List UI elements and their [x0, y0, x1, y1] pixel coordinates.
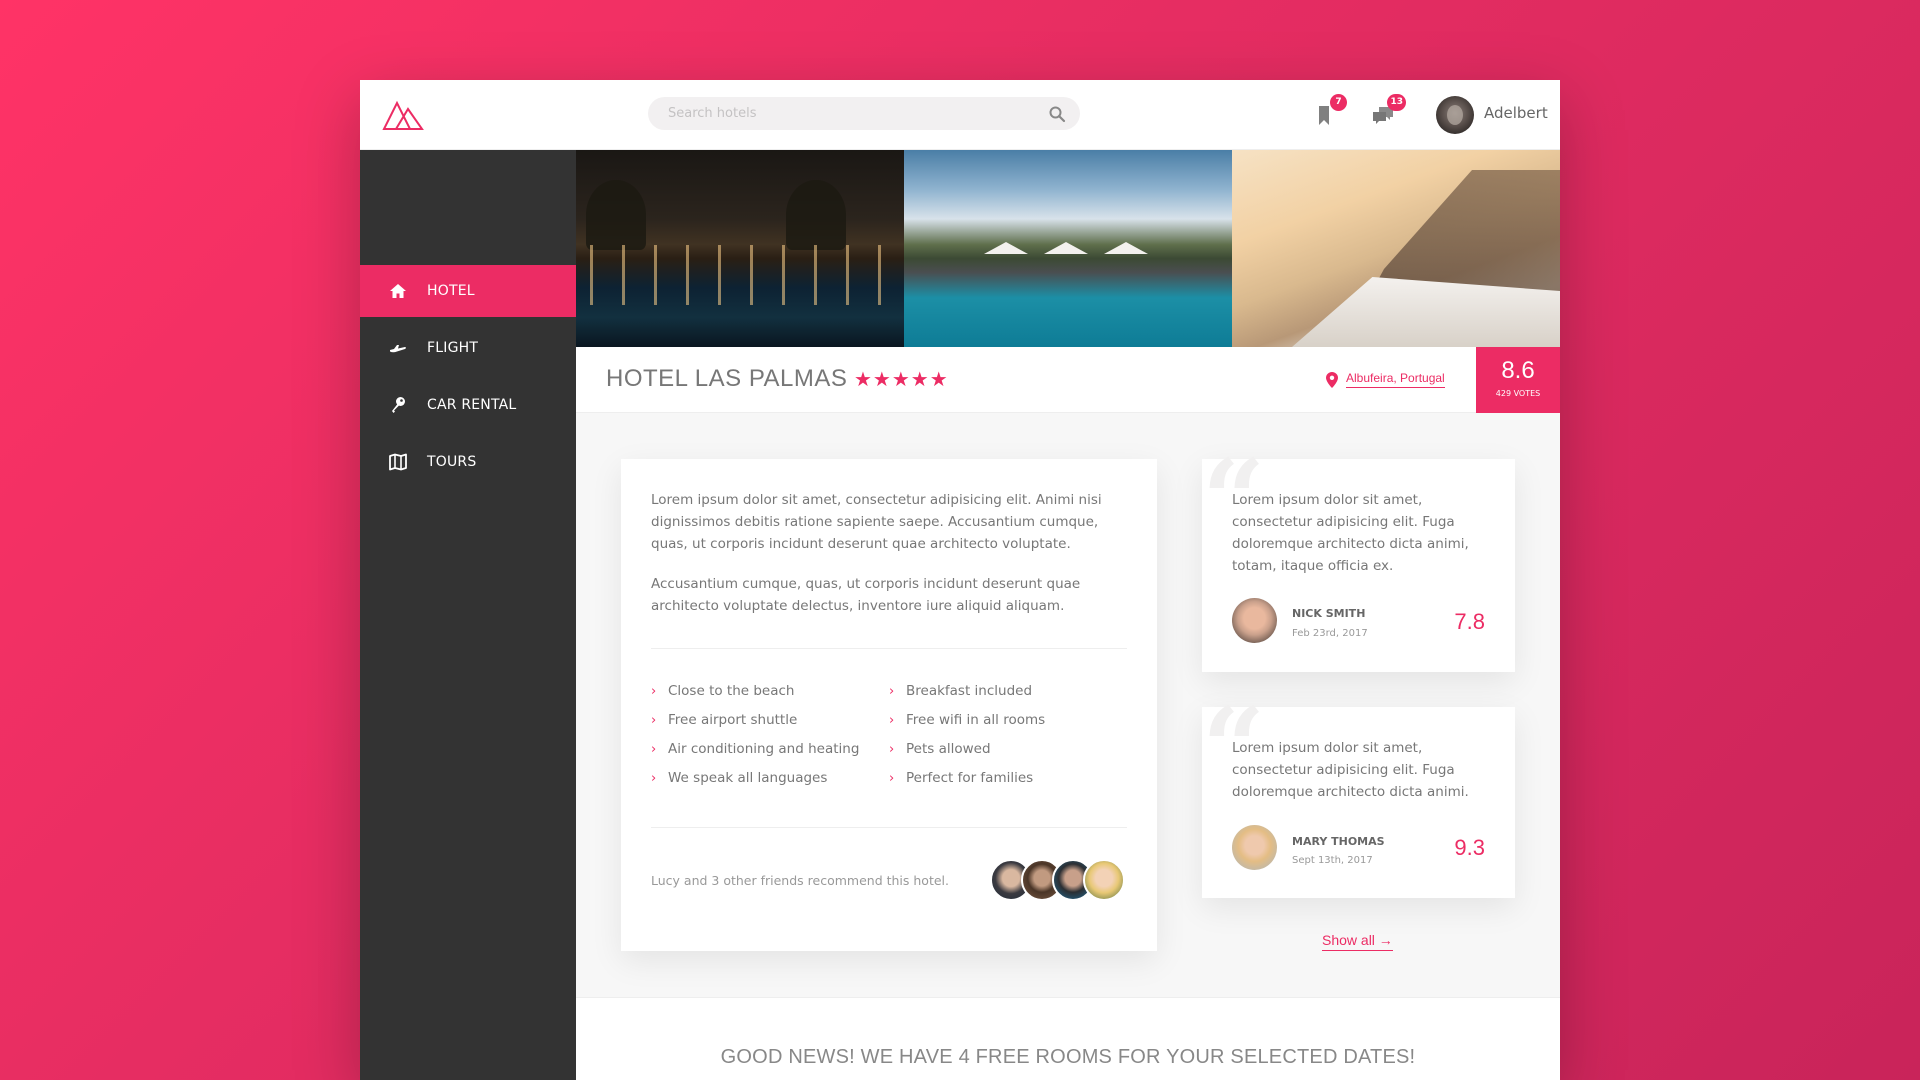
hotel-score-box: 8.6 429 VOTES: [1476, 347, 1560, 413]
hotel-title-bar: HOTEL LAS PALMAS ★★★★★ Albufeira, Portug…: [576, 347, 1560, 413]
chevron-right-icon: ›: [889, 741, 895, 757]
star-rating: ★★★★★: [854, 367, 949, 391]
photo-gallery: [576, 150, 1560, 347]
messages-button[interactable]: 13: [1370, 94, 1406, 128]
home-icon: [390, 284, 406, 298]
search-input[interactable]: [648, 97, 1080, 130]
feature-item: › Close to the beach: [651, 683, 795, 699]
hotel-votes: 429 VOTES: [1495, 389, 1541, 398]
reviewer-name: NICK SMITH: [1292, 607, 1366, 620]
description-paragraph: Accusantium cumque, quas, ut corporis in…: [651, 576, 1081, 614]
chevron-right-icon: ›: [889, 712, 895, 728]
sidebar-item-label: HOTEL: [427, 283, 475, 299]
review-score: 9.3: [1454, 835, 1485, 860]
map-pin-icon: [1326, 371, 1338, 388]
sidebar-item-hotel[interactable]: HOTEL: [360, 265, 576, 317]
chevron-right-icon: ›: [651, 683, 657, 699]
friends-recommend-text: Lucy and 3 other friends recommend this …: [651, 873, 949, 888]
availability-message: GOOD NEWS! WE HAVE 4 FREE ROOMS FOR YOUR…: [720, 1046, 1416, 1068]
user-avatar[interactable]: [1436, 96, 1474, 134]
sidebar-item-label: FLIGHT: [427, 340, 479, 356]
sidebar-item-label: CAR RENTAL: [427, 397, 517, 413]
bookmarks-badge: 7: [1330, 94, 1347, 111]
chevron-right-icon: ›: [889, 770, 895, 786]
header: 7 13 Adelbert: [360, 80, 1560, 150]
umbrella-shape: [984, 242, 1028, 254]
reviewer-avatar: [1232, 598, 1277, 643]
umbrella-shape: [1044, 242, 1088, 254]
review-card: “ Lorem ipsum dolor sit amet, consectetu…: [1202, 693, 1515, 898]
logo-icon[interactable]: [380, 95, 428, 135]
chevron-right-icon: ›: [651, 770, 657, 786]
review-card: “ Lorem ipsum dolor sit amet, consectetu…: [1202, 445, 1515, 672]
friend-avatar[interactable]: [1083, 859, 1125, 901]
search-icon[interactable]: [1048, 105, 1066, 123]
umbrella-shape: [1104, 242, 1148, 254]
plane-icon: [390, 345, 406, 353]
sidebar-item-car-rental[interactable]: CAR RENTAL: [360, 379, 576, 431]
messages-badge: 13: [1387, 94, 1406, 111]
feature-item: › We speak all languages: [651, 770, 828, 786]
chevron-right-icon: ›: [651, 712, 657, 728]
palm-shape: [786, 180, 846, 250]
feature-item: › Perfect for families: [889, 770, 1034, 786]
username[interactable]: Adelbert: [1484, 104, 1548, 122]
description-card: Lorem ipsum dolor sit amet, consectetur …: [621, 459, 1157, 951]
palm-shape: [586, 180, 646, 250]
review-text: Lorem ipsum dolor sit amet, consectetur …: [1232, 492, 1469, 574]
divider: [651, 827, 1127, 828]
feature-item: › Air conditioning and heating: [651, 741, 860, 757]
hotel-photo-pool-night[interactable]: [576, 150, 904, 347]
review-score: 7.8: [1454, 609, 1485, 634]
bookmarks-button[interactable]: 7: [1311, 94, 1347, 128]
reviewer-avatar: [1232, 825, 1277, 870]
chevron-right-icon: ›: [889, 683, 895, 699]
pool-lights: [576, 245, 904, 305]
show-all-reviews-link[interactable]: Show all →: [1322, 932, 1393, 951]
review-date: Sept 13th, 2017: [1292, 855, 1373, 866]
location-link[interactable]: Albufeira, Portugal: [1346, 371, 1445, 388]
feature-item: › Pets allowed: [889, 741, 991, 757]
feature-item: › Free wifi in all rooms: [889, 712, 1046, 728]
review-date: Feb 23rd, 2017: [1292, 628, 1368, 639]
feature-item: › Free airport shuttle: [651, 712, 798, 728]
hotel-score: 8.6: [1501, 357, 1535, 384]
map-icon: [389, 453, 407, 471]
key-icon: [392, 397, 405, 413]
chevron-right-icon: ›: [651, 741, 657, 757]
divider: [651, 648, 1127, 649]
search-bar: [648, 97, 1080, 130]
sidebar-item-tours[interactable]: TOURS: [360, 436, 576, 488]
app-window: 7 13 Adelbert HOTEL FLIGHT: [360, 80, 1560, 1080]
reviewer-name: MARY THOMAS: [1292, 835, 1385, 848]
description-paragraph: Lorem ipsum dolor sit amet, consectetur …: [651, 492, 1102, 552]
review-text: Lorem ipsum dolor sit amet, consectetur …: [1232, 740, 1469, 800]
sidebar: HOTEL FLIGHT CAR RENTAL TOURS: [360, 150, 576, 1080]
friends-avatars: [990, 859, 1130, 901]
sidebar-item-label: TOURS: [427, 454, 477, 470]
hotel-location: Albufeira, Portugal: [1326, 371, 1445, 388]
hotel-photo-pool-day[interactable]: [904, 150, 1232, 347]
hotel-photo-terrace[interactable]: [1232, 150, 1560, 347]
hotel-name: HOTEL LAS PALMAS: [606, 365, 848, 392]
feature-item: › Breakfast included: [889, 683, 1033, 699]
sidebar-item-flight[interactable]: FLIGHT: [360, 322, 576, 374]
availability-banner: GOOD NEWS! WE HAVE 4 FREE ROOMS FOR YOUR…: [576, 997, 1560, 1080]
